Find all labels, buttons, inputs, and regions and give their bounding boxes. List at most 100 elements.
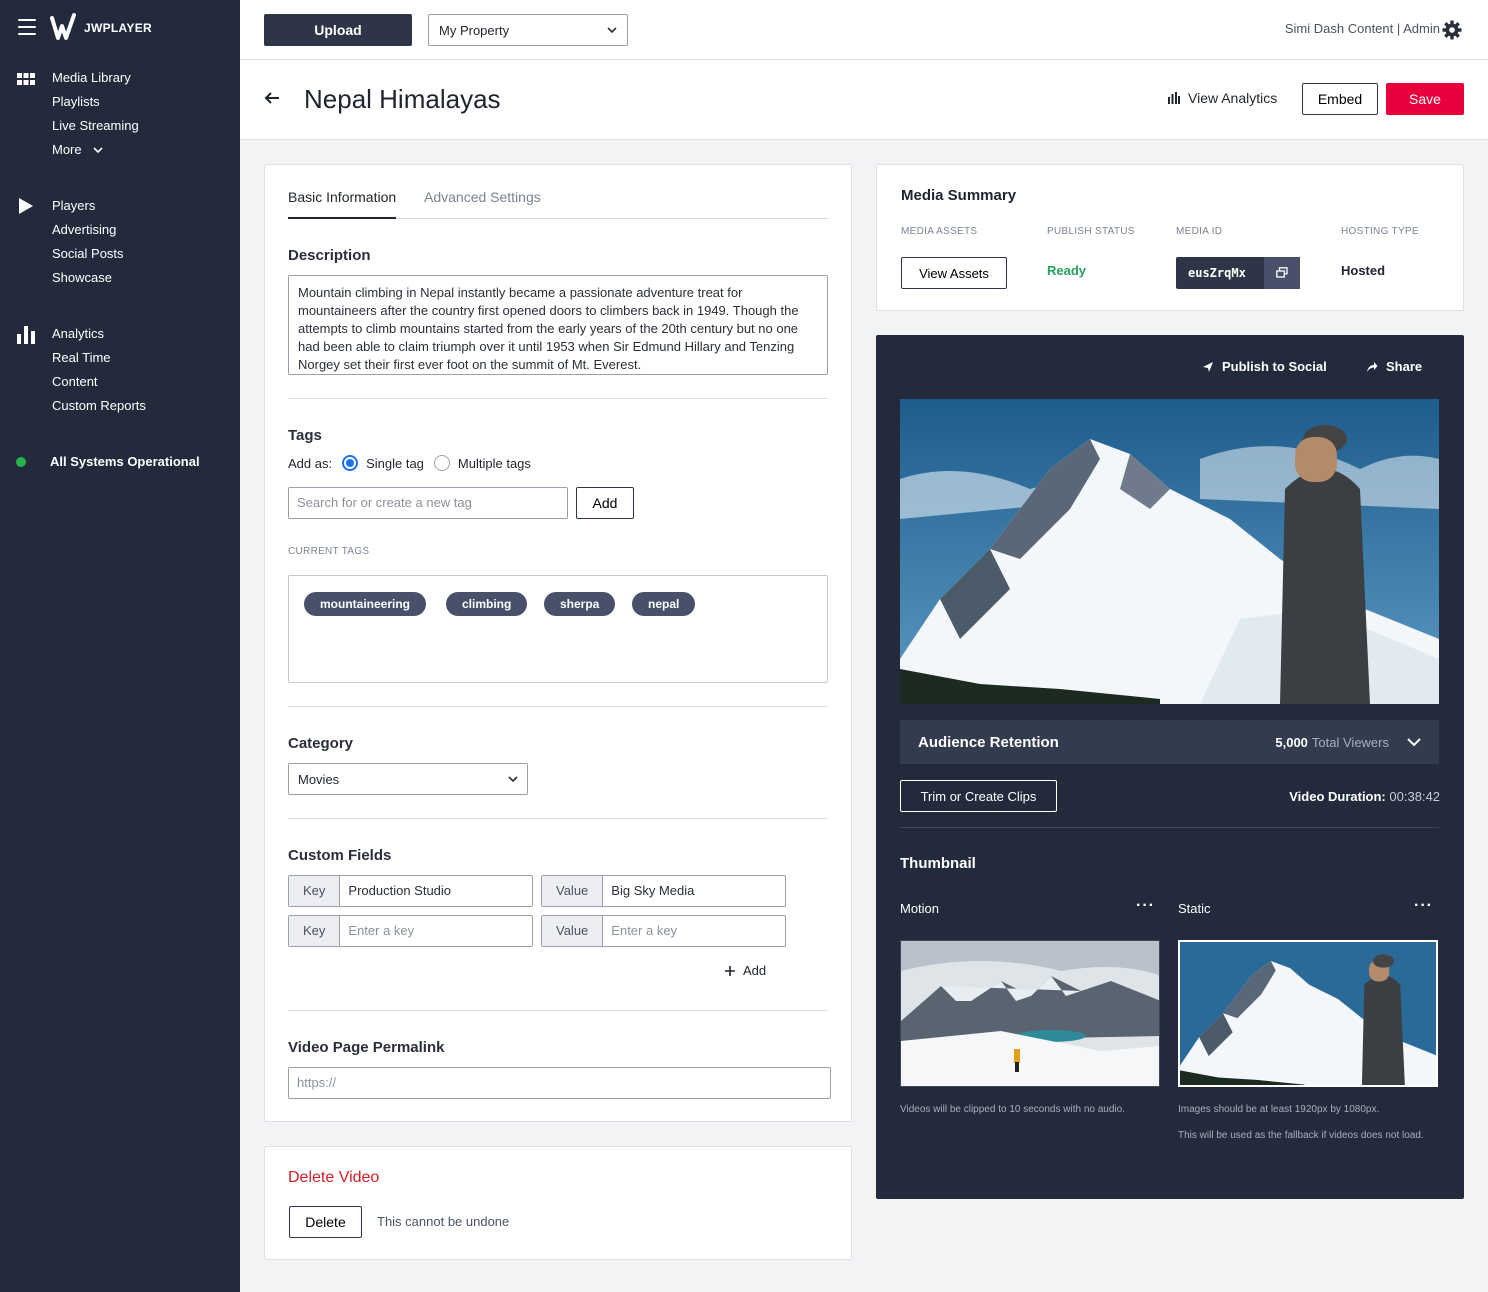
custom-field-value-input[interactable]: Value Big Sky Media	[541, 875, 786, 907]
view-analytics-label: View Analytics	[1188, 90, 1278, 106]
motion-more-icon[interactable]: ···	[1136, 897, 1155, 915]
media-assets-label: MEDIA ASSETS	[901, 226, 978, 237]
duration-label: Video Duration:	[1289, 789, 1386, 804]
description-textarea[interactable]: Mountain climbing in Nepal instantly bec…	[288, 275, 828, 375]
delete-button[interactable]: Delete	[289, 1206, 362, 1238]
basic-info-card: Basic Information Advanced Settings Desc…	[264, 164, 852, 1122]
save-button[interactable]: Save	[1386, 83, 1464, 115]
add-as-label: Add as:	[288, 455, 333, 471]
chevron-down-icon[interactable]	[1407, 737, 1421, 747]
key-placeholder[interactable]: Enter a key	[340, 916, 422, 946]
chevron-down-icon	[607, 27, 617, 34]
add-tag-button[interactable]: Add	[576, 487, 634, 519]
single-tag-radio[interactable]	[342, 455, 359, 471]
motion-thumbnail-note: Videos will be clipped to 10 seconds wit…	[900, 1104, 1125, 1115]
static-more-icon[interactable]: ···	[1414, 897, 1433, 915]
multiple-tags-label[interactable]: Multiple tags	[458, 456, 531, 471]
description-label: Description	[288, 247, 371, 264]
account-label[interactable]: Simi Dash Content | Admin	[1285, 21, 1440, 36]
system-status-text[interactable]: All Systems Operational	[50, 454, 200, 469]
share-icon	[1367, 361, 1378, 372]
category-select-value: Movies	[298, 771, 340, 787]
publish-to-social-button[interactable]: Publish to Social	[1202, 359, 1327, 374]
divider	[288, 398, 828, 399]
custom-field-key-input[interactable]: Key Production Studio	[288, 875, 533, 907]
multiple-tags-radio[interactable]	[433, 455, 450, 471]
page-title: Nepal Himalayas	[304, 84, 501, 114]
view-assets-button[interactable]: View Assets	[901, 257, 1007, 289]
sidebar-item-more[interactable]: More	[52, 142, 103, 157]
sidebar-item-showcase[interactable]: Showcase	[52, 270, 112, 285]
back-arrow-icon[interactable]	[264, 90, 280, 106]
grid-icon	[17, 73, 35, 85]
key-value[interactable]: Production Studio	[340, 876, 459, 906]
sidebar-item-advertising[interactable]: Advertising	[52, 222, 116, 237]
tag-chip[interactable]: nepal	[632, 592, 696, 616]
category-label: Category	[288, 735, 354, 752]
sidebar: JWPLAYER Media Library Playlists Live St…	[0, 0, 240, 1292]
sidebar-item-real-time[interactable]: Real Time	[52, 350, 111, 365]
page-header: Nepal Himalayas View Analytics Embed Sav…	[240, 60, 1488, 140]
tab-basic-information[interactable]: Basic Information	[288, 189, 397, 219]
property-select[interactable]: My Property	[428, 14, 628, 46]
value-placeholder[interactable]: Enter a key	[603, 916, 685, 946]
sidebar-item-content[interactable]: Content	[52, 374, 98, 389]
sidebar-item-custom-reports[interactable]: Custom Reports	[52, 398, 146, 413]
share-label: Share	[1386, 359, 1423, 374]
media-summary-card: Media Summary MEDIA ASSETS PUBLISH STATU…	[876, 164, 1464, 311]
tab-bar: Basic Information Advanced Settings	[288, 187, 828, 219]
single-tag-label[interactable]: Single tag	[366, 456, 424, 471]
custom-field-key-input[interactable]: Key Enter a key	[288, 915, 533, 947]
jw-logo-icon	[50, 13, 76, 40]
permalink-input[interactable]: https://	[288, 1067, 831, 1099]
tab-advanced-settings[interactable]: Advanced Settings	[424, 189, 541, 217]
add-custom-field-button[interactable]: Add	[725, 963, 766, 978]
publish-status-value: Ready	[1047, 263, 1087, 278]
video-duration: Video Duration: 00:38:42	[1289, 789, 1440, 804]
trim-clips-button[interactable]: Trim or Create Clips	[900, 780, 1057, 812]
embed-button[interactable]: Embed	[1302, 83, 1378, 115]
sidebar-item-live-streaming[interactable]: Live Streaming	[52, 118, 139, 133]
viewers-count: 5,000	[1275, 734, 1308, 750]
audience-retention-panel[interactable]: Audience Retention 5,000 Total Viewers	[900, 720, 1439, 764]
bar-chart-icon	[17, 326, 35, 344]
status-indicator-dot	[16, 457, 26, 467]
sidebar-item-playlists[interactable]: Playlists	[52, 94, 100, 109]
custom-field-value-input[interactable]: Value Enter a key	[541, 915, 786, 947]
divider	[288, 706, 828, 707]
view-analytics-link[interactable]: View Analytics	[1168, 90, 1277, 106]
static-thumbnail[interactable]	[1178, 940, 1438, 1087]
delete-warning: This cannot be undone	[377, 1214, 510, 1229]
duration-value: 00:38:42	[1389, 789, 1440, 804]
current-tags-box: mountaineering climbing sherpa nepal	[288, 575, 828, 683]
video-preview[interactable]	[900, 399, 1439, 704]
tag-chip[interactable]: sherpa	[544, 592, 616, 616]
copy-button[interactable]	[1264, 257, 1300, 289]
publish-to-social-label: Publish to Social	[1222, 359, 1327, 374]
hamburger-menu-icon[interactable]	[18, 19, 36, 35]
jwplayer-logo[interactable]: JWPLAYER	[50, 12, 152, 44]
upload-button[interactable]: Upload	[264, 14, 412, 46]
category-select[interactable]: Movies	[288, 763, 528, 795]
mountain-video-image	[900, 399, 1439, 704]
viewers-label: Total Viewers	[1311, 734, 1389, 750]
media-id-value: eusZrqMx	[1188, 266, 1246, 280]
player-card: Publish to Social Share Audience Retenti…	[876, 335, 1464, 1199]
gear-icon[interactable]	[1442, 20, 1462, 40]
motion-thumbnail[interactable]	[900, 940, 1160, 1087]
delete-video-card: Delete Video Delete This cannot be undon…	[264, 1146, 852, 1260]
sidebar-item-players[interactable]: Players	[52, 198, 95, 213]
share-button[interactable]: Share	[1366, 359, 1422, 374]
tag-chip[interactable]: mountaineering	[304, 592, 427, 616]
chevron-down-icon	[508, 776, 518, 783]
motion-label: Motion	[900, 901, 940, 916]
sidebar-item-analytics[interactable]: Analytics	[52, 326, 104, 341]
divider	[288, 818, 828, 819]
sidebar-item-media-library[interactable]: Media Library	[52, 70, 131, 85]
publish-status-label: PUBLISH STATUS	[1047, 226, 1135, 237]
value-value[interactable]: Big Sky Media	[603, 876, 702, 906]
sidebar-item-social-posts[interactable]: Social Posts	[52, 246, 124, 261]
tag-search-input[interactable]: Search for or create a new tag	[288, 487, 568, 519]
tag-chip[interactable]: climbing	[446, 592, 528, 616]
plus-icon	[725, 965, 735, 976]
